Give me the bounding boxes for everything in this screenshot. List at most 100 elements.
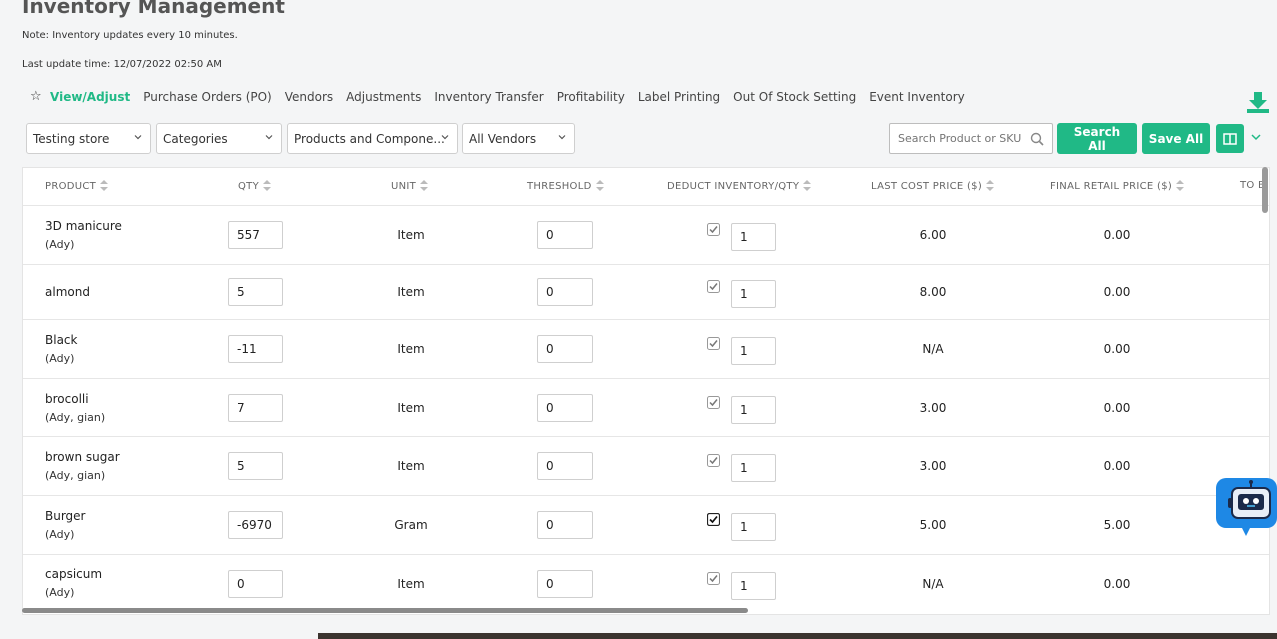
last-update-time: Last update time: 12/07/2022 02:50 AM: [22, 59, 222, 70]
last-cost-price: 8.00: [919, 285, 947, 299]
tab-label-printing[interactable]: Label Printing: [638, 90, 720, 104]
unit-value: Gram: [394, 518, 428, 532]
product-tags: (Ady): [45, 352, 75, 365]
chevron-down-icon[interactable]: [1250, 132, 1262, 142]
unit-value: Item: [397, 401, 425, 415]
column-layout-button[interactable]: [1216, 124, 1244, 153]
column-header-unit[interactable]: UNIT: [391, 180, 429, 192]
last-cost-price: 3.00: [919, 401, 947, 415]
deduct-checkbox[interactable]: [707, 223, 720, 236]
deduct-qty-input[interactable]: 1: [731, 513, 776, 541]
table-header: PRODUCT QTY UNIT THRESHOLD DEDUCT INVENT…: [23, 168, 1269, 206]
page-title: Inventory Management: [22, 0, 285, 18]
deduct-checkbox[interactable]: [707, 396, 720, 409]
categories-select[interactable]: Categories: [156, 123, 282, 154]
product-name: capsicum (Ady): [45, 567, 103, 599]
column-header-last-cost-price[interactable]: LAST COST PRICE ($): [871, 180, 995, 192]
deduct-qty-input[interactable]: 1: [731, 396, 776, 424]
tab-adjustments[interactable]: Adjustments: [346, 90, 421, 104]
deduct-checkbox[interactable]: [707, 572, 720, 585]
tab-profitability[interactable]: Profitability: [557, 90, 625, 104]
tab-purchase-orders[interactable]: Purchase Orders (PO): [143, 90, 272, 104]
product-tags: (Ady, gian): [45, 469, 106, 482]
column-header-threshold[interactable]: THRESHOLD: [527, 180, 604, 192]
threshold-input[interactable]: 0: [537, 570, 593, 598]
qty-input[interactable]: 557: [228, 221, 283, 249]
vertical-scrollbar[interactable]: [1262, 167, 1268, 213]
deduct-checkbox[interactable]: [707, 454, 720, 467]
threshold-input[interactable]: 0: [537, 335, 593, 363]
sort-icon: [263, 180, 271, 191]
final-retail-price: 5.00: [1103, 518, 1131, 532]
vendors-select[interactable]: All Vendors: [462, 123, 575, 154]
qty-input[interactable]: 5: [228, 278, 283, 306]
deduct-qty-input[interactable]: 1: [731, 572, 776, 600]
table-row: brown sugar (Ady, gian) 5 Item 0 1 3.00 0…: [23, 437, 1269, 496]
product-name: almond: [45, 285, 90, 299]
tab-out-of-stock-setting[interactable]: Out Of Stock Setting: [733, 90, 856, 104]
deduct-qty-input[interactable]: 1: [731, 223, 776, 251]
search-icon[interactable]: [1030, 132, 1044, 146]
horizontal-scrollbar[interactable]: [22, 608, 748, 613]
deduct-qty-input[interactable]: 1: [731, 280, 776, 308]
last-cost-price: N/A: [922, 577, 944, 591]
unit-value: Item: [397, 459, 425, 473]
last-cost-price: 5.00: [919, 518, 947, 532]
product-name: brocolli (Ady, gian): [45, 392, 106, 424]
qty-input[interactable]: -6970: [228, 511, 283, 539]
deduct-qty-input[interactable]: 1: [731, 454, 776, 482]
sort-icon: [1176, 180, 1185, 191]
column-header-final-retail-price[interactable]: FINAL RETAIL PRICE ($): [1050, 180, 1185, 192]
tab-view-adjust[interactable]: View/Adjust: [50, 90, 130, 104]
column-header-deduct-inventory[interactable]: DEDUCT INVENTORY/QTY: [667, 180, 812, 192]
threshold-input[interactable]: 0: [537, 278, 593, 306]
deduct-qty-input[interactable]: 1: [731, 337, 776, 365]
chevron-down-icon: [441, 135, 449, 140]
qty-input[interactable]: 7: [228, 394, 283, 422]
qty-input[interactable]: 0: [228, 570, 283, 598]
store-select[interactable]: Testing store: [26, 123, 151, 154]
deduct-checkbox[interactable]: [707, 280, 720, 293]
sort-icon: [986, 180, 995, 191]
final-retail-price: 0.00: [1103, 459, 1131, 473]
vendors-select-value: All Vendors: [469, 131, 537, 146]
chat-bot-icon[interactable]: [1216, 478, 1277, 536]
product-tags: (Ady): [45, 586, 75, 599]
inventory-table: PRODUCT QTY UNIT THRESHOLD DEDUCT INVENT…: [22, 167, 1270, 615]
product-tags: (Ady): [45, 238, 75, 251]
threshold-input[interactable]: 0: [537, 394, 593, 422]
threshold-input[interactable]: 0: [537, 452, 593, 480]
tab-bar: ☆ View/Adjust Purchase Orders (PO) Vendo…: [30, 89, 978, 104]
final-retail-price: 0.00: [1103, 401, 1131, 415]
star-icon[interactable]: ☆: [30, 89, 46, 104]
table-row: capsicum (Ady) 0 Item 0 1 N/A 0.00: [23, 555, 1269, 614]
table-row: 3D manicure (Ady) 557 Item 0 1 6.00 0.00: [23, 206, 1269, 265]
qty-input[interactable]: -11: [228, 335, 283, 363]
columns-icon: [1223, 132, 1237, 145]
qty-input[interactable]: 5: [228, 452, 283, 480]
update-note: Note: Inventory updates every 10 minutes…: [22, 30, 238, 41]
tab-vendors[interactable]: Vendors: [285, 90, 333, 104]
sort-icon: [420, 180, 429, 191]
download-icon[interactable]: [1246, 90, 1270, 114]
product-name: Burger (Ady): [45, 509, 86, 541]
tab-event-inventory[interactable]: Event Inventory: [869, 90, 965, 104]
search-input[interactable]: [896, 131, 1026, 146]
product-name: brown sugar (Ady, gian): [45, 450, 120, 482]
deduct-checkbox[interactable]: [707, 337, 720, 350]
save-all-button[interactable]: Save All: [1142, 123, 1210, 154]
deduct-checkbox[interactable]: [707, 513, 720, 526]
product-name: Black (Ady): [45, 333, 78, 365]
column-header-qty[interactable]: QTY: [238, 180, 271, 192]
threshold-input[interactable]: 0: [537, 221, 593, 249]
tab-inventory-transfer[interactable]: Inventory Transfer: [434, 90, 543, 104]
store-select-value: Testing store: [33, 131, 110, 146]
product-name: 3D manicure (Ady): [45, 219, 122, 251]
final-retail-price: 0.00: [1103, 285, 1131, 299]
threshold-input[interactable]: 0: [537, 511, 593, 539]
product-type-select-value: Products and Compone...: [294, 131, 445, 146]
column-header-product[interactable]: PRODUCT: [45, 180, 109, 192]
unit-value: Item: [397, 228, 425, 242]
search-all-button[interactable]: Search All: [1057, 123, 1137, 154]
product-type-select[interactable]: Products and Compone...: [287, 123, 458, 154]
